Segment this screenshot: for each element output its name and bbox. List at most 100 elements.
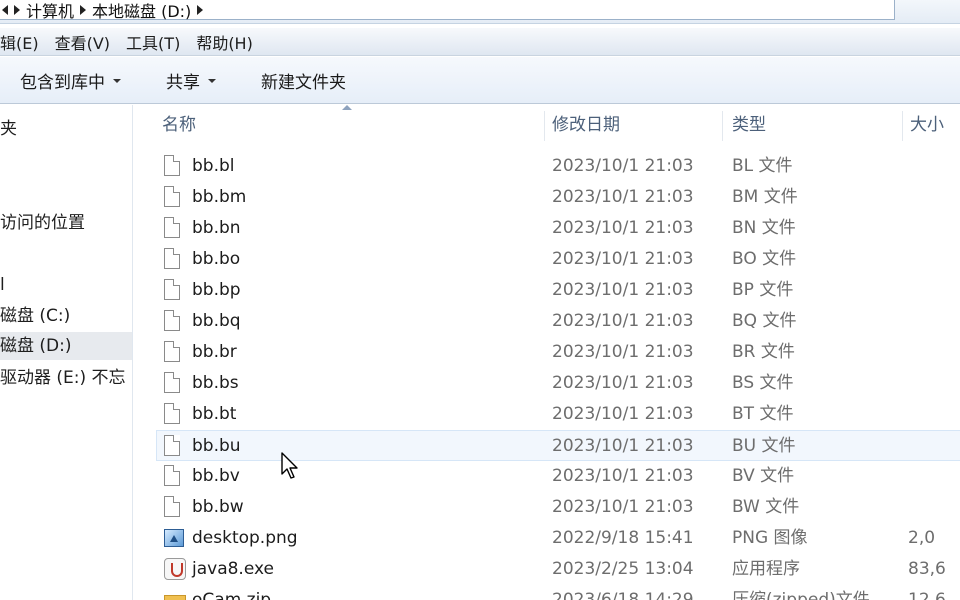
- file-row[interactable]: bb.bl 2023/10/1 21:03 BL 文件: [134, 151, 960, 182]
- file-date-modified: 2023/10/1 21:03: [552, 342, 694, 362]
- file-type: BS 文件: [732, 373, 794, 393]
- column-type[interactable]: 类型: [724, 105, 766, 145]
- sort-ascending-icon: [342, 105, 352, 110]
- file-date-modified: 2023/10/1 21:03: [552, 497, 694, 517]
- address-box[interactable]: 计算机 本地磁盘 (D:): [0, 0, 895, 22]
- breadcrumb-dropdown-icon[interactable]: [197, 4, 204, 15]
- file-size: 2,0: [908, 528, 936, 548]
- breadcrumb-drive-d[interactable]: 本地磁盘 (D:): [92, 0, 191, 22]
- share-label: 共享: [166, 72, 200, 93]
- zip-icon: [164, 589, 186, 600]
- file-type: BT 文件: [732, 404, 794, 424]
- file-name: bb.br: [192, 342, 237, 362]
- file-name: bb.bn: [192, 218, 241, 238]
- file-type: PNG 图像: [732, 528, 808, 548]
- file-name: bb.bq: [192, 311, 241, 331]
- file-type: 压缩(zipped)文件: [732, 590, 870, 600]
- file-date-modified: 2022/9/18 15:41: [552, 528, 694, 548]
- file-name: bb.bt: [192, 404, 237, 424]
- file-type: 应用程序: [732, 559, 800, 579]
- nav-item-drive-d[interactable]: 磁盘 (D:): [0, 332, 132, 360]
- file-type: BL 文件: [732, 156, 793, 176]
- menu-edit[interactable]: 辑(E): [0, 30, 47, 54]
- file-date-modified: 2023/10/1 21:03: [552, 311, 694, 331]
- file-icon: [164, 279, 182, 301]
- file-name: bb.bp: [192, 280, 241, 300]
- file-icon: [164, 372, 182, 394]
- menu-help[interactable]: 帮助(H): [188, 30, 261, 54]
- file-icon: [164, 465, 182, 487]
- nav-item-recent-places[interactable]: 访问的位置: [0, 209, 132, 237]
- file-list: 名称 修改日期 类型 大小 bb.bl 2023/10/1 21:03 BL 文件 b…: [134, 105, 960, 600]
- file-name: bb.bm: [192, 187, 247, 207]
- file-icon: [164, 435, 182, 457]
- file-date-modified: 2023/6/18 14:29: [552, 590, 694, 600]
- navigation-pane: 夹 访问的位置 l 磁盘 (C:) 磁盘 (D:) 驱动器 (E:) 不忘: [0, 105, 133, 600]
- file-name: desktop.png: [192, 528, 298, 548]
- file-row[interactable]: java8.exe 2023/2/25 13:04 应用程序 83,6: [134, 554, 960, 585]
- file-row[interactable]: desktop.png 2022/9/18 15:41 PNG 图像 2,0: [134, 523, 960, 554]
- file-icon: [164, 341, 182, 363]
- file-size: 12,6: [908, 590, 946, 600]
- mouse-pointer-icon: [281, 452, 298, 479]
- menu-view[interactable]: 查看(V): [47, 30, 118, 54]
- java-icon: [164, 558, 186, 580]
- column-size[interactable]: 大小: [902, 105, 944, 145]
- file-date-modified: 2023/10/1 21:03: [552, 218, 694, 238]
- column-name[interactable]: 名称: [154, 105, 196, 145]
- file-date-modified: 2023/10/1 21:03: [552, 249, 694, 269]
- file-row[interactable]: bb.bp 2023/10/1 21:03 BP 文件: [134, 275, 960, 306]
- new-folder-button[interactable]: 新建文件夹: [261, 68, 346, 93]
- image-icon: [164, 527, 184, 549]
- share-button[interactable]: 共享: [166, 68, 216, 93]
- file-type: BU 文件: [732, 436, 796, 456]
- file-type: BN 文件: [732, 218, 796, 238]
- file-row[interactable]: bb.bm 2023/10/1 21:03 BM 文件: [134, 182, 960, 213]
- file-date-modified: 2023/2/25 13:04: [552, 559, 694, 579]
- file-icon: [164, 403, 182, 425]
- file-type: BR 文件: [732, 342, 795, 362]
- file-type: BO 文件: [732, 249, 797, 269]
- nav-item-computer[interactable]: l: [0, 271, 132, 299]
- file-type: BV 文件: [732, 466, 795, 486]
- chevron-down-icon: [208, 79, 216, 83]
- file-type: BM 文件: [732, 187, 798, 207]
- breadcrumb-computer[interactable]: 计算机: [26, 0, 74, 22]
- menu-tools[interactable]: 工具(T): [118, 30, 188, 54]
- back-arrow-icon[interactable]: [2, 4, 8, 15]
- file-date-modified: 2023/10/1 21:03: [552, 404, 694, 424]
- breadcrumb-separator-icon[interactable]: [80, 4, 87, 15]
- nav-item-drive-c[interactable]: 磁盘 (C:): [0, 302, 132, 330]
- file-name: bb.bu: [192, 436, 241, 456]
- breadcrumb-separator-icon[interactable]: [14, 4, 20, 15]
- file-date-modified: 2023/10/1 21:03: [552, 373, 694, 393]
- file-date-modified: 2023/10/1 21:03: [552, 280, 694, 300]
- command-bar: 包含到库中 共享 新建文件夹: [0, 57, 960, 104]
- file-type: BP 文件: [732, 280, 794, 300]
- file-row[interactable]: bb.bs 2023/10/1 21:03 BS 文件: [134, 368, 960, 399]
- file-row[interactable]: oCam.zip 2023/6/18 14:29 压缩(zipped)文件 12,6: [134, 585, 960, 600]
- file-size: 83,6: [908, 559, 946, 579]
- column-date-modified[interactable]: 修改日期: [544, 105, 620, 145]
- new-folder-label: 新建文件夹: [261, 72, 346, 93]
- file-name: oCam.zip: [192, 590, 272, 600]
- file-row[interactable]: bb.bo 2023/10/1 21:03 BO 文件: [134, 244, 960, 275]
- file-row[interactable]: bb.bn 2023/10/1 21:03 BN 文件: [134, 213, 960, 244]
- file-row[interactable]: bb.bu 2023/10/1 21:03 BU 文件: [156, 430, 960, 461]
- file-row[interactable]: bb.br 2023/10/1 21:03 BR 文件: [134, 337, 960, 368]
- file-row[interactable]: bb.bw 2023/10/1 21:03 BW 文件: [134, 492, 960, 523]
- nav-item-favorites[interactable]: 夹: [0, 115, 132, 143]
- column-divider[interactable]: [722, 111, 723, 141]
- file-name: bb.bl: [192, 156, 235, 176]
- include-in-library-button[interactable]: 包含到库中: [20, 68, 121, 93]
- file-icon: [164, 496, 182, 518]
- file-date-modified: 2023/10/1 21:03: [552, 466, 694, 486]
- file-icon: [164, 248, 182, 270]
- nav-item-drive-e[interactable]: 驱动器 (E:) 不忘: [0, 364, 132, 392]
- file-icon: [164, 217, 182, 239]
- file-name: bb.bo: [192, 249, 241, 269]
- file-row[interactable]: bb.bt 2023/10/1 21:03 BT 文件: [134, 399, 960, 430]
- file-row[interactable]: bb.bq 2023/10/1 21:03 BQ 文件: [134, 306, 960, 337]
- file-type: BQ 文件: [732, 311, 797, 331]
- file-row[interactable]: bb.bv 2023/10/1 21:03 BV 文件: [134, 461, 960, 492]
